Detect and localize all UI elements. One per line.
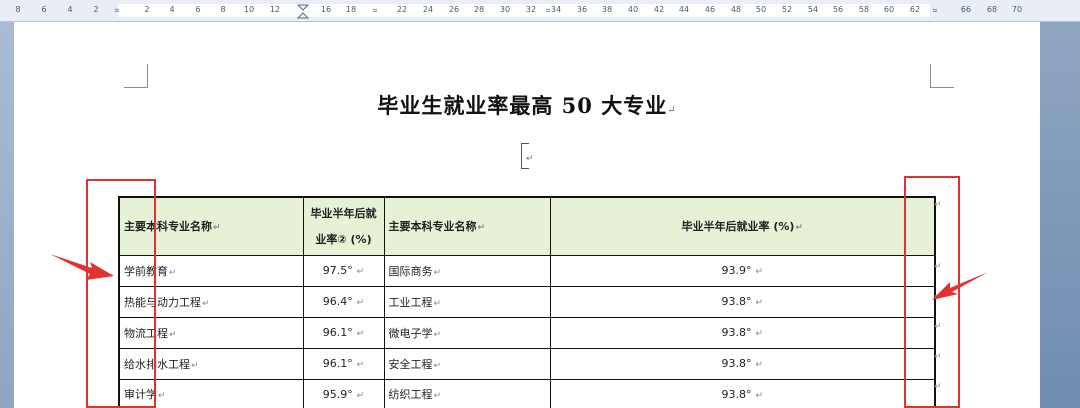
employment-rate-cell[interactable]: 93.8° ↵ [549,347,936,380]
major-name-cell[interactable]: 微电子学↵ [383,316,551,349]
ruler-number: 24 [422,5,434,14]
table-row: 学前教育↵ 97.5° ↵ 国际商务↵ 93.9° ↵ [118,254,936,287]
paragraph-mark: ↵ [667,105,677,116]
employment-rate-cell[interactable]: 93.8° ↵ [549,378,936,408]
ruler-number: 58 [858,5,870,14]
ruler-number: 8 [220,5,226,14]
header-cell[interactable]: 主要本科专业名称↵ [383,196,551,256]
ruler-number: 36 [576,5,588,14]
ruler-number: 62 [909,5,921,14]
ruler-number: 28 [473,5,485,14]
ruler-number: 50 [755,5,767,14]
employment-rate-cell[interactable]: 93.9° ↵ [549,254,936,287]
ruler-number: 6 [41,5,47,14]
ruler-number: 66 [960,5,972,14]
majors-table[interactable]: 主要本科专业名称↵ 毕业半年后就业率② (%) 主要本科专业名称↵ 毕业半年后就… [118,196,936,408]
major-name-cell[interactable]: 安全工程↵ [383,347,551,380]
ruler-number: 42 [653,5,665,14]
ruler-number: 12 [269,5,281,14]
document-title[interactable]: 毕业生就业率最高 50 大专业↵ [14,90,1040,120]
ruler-number: 32 [525,5,537,14]
employment-rate-cell[interactable]: 96.4° ↵ [302,285,385,318]
table-header-row: 主要本科专业名称↵ 毕业半年后就业率② (%) 主要本科专业名称↵ 毕业半年后就… [118,196,936,256]
ruler-number: 2 [93,5,99,14]
text-cursor-bracket: ↵ [521,143,534,169]
major-name-cell[interactable]: 纺织工程↵ [383,378,551,408]
ruler-number: 40 [627,5,639,14]
ruler-number: 68 [986,5,998,14]
employment-rate-cell[interactable]: 96.1° ↵ [302,347,385,380]
ruler-number: 70 [1011,5,1023,14]
employment-rate-cell[interactable]: 95.9° ↵ [302,378,385,408]
ruler-number: 54 [807,5,819,14]
employment-rate-cell[interactable]: 96.1° ↵ [302,316,385,349]
workspace-background [1040,22,1080,408]
ruler-number: 8 [15,5,21,14]
employment-rate-cell[interactable]: 93.8° ↵ [549,316,936,349]
table-row: 物流工程↵ 96.1° ↵ 微电子学↵ 93.8° ↵ [118,316,936,349]
table-column-marker[interactable]: ⌗ [114,6,121,16]
margin-corner-mark [930,64,954,88]
paragraph-mark: ↵ [526,154,534,164]
ruler-number: 56 [832,5,844,14]
employment-rate-cell[interactable]: 97.5° ↵ [302,254,385,287]
major-name-cell[interactable]: 国际商务↵ [383,254,551,287]
ruler-number: 2 [144,5,150,14]
ruler-number: 44 [678,5,690,14]
ruler-number: 4 [169,5,175,14]
header-cell[interactable]: 毕业半年后就业率② (%) [302,196,385,256]
workspace-background [0,22,14,408]
right-pointer-arrow-icon [932,272,988,300]
header-cell[interactable]: 毕业半年后就业率 (%)↵ [549,196,936,256]
ruler-number: 38 [601,5,613,14]
ruler-number: 16 [320,5,332,14]
ruler-number: 22 [396,5,408,14]
table-row: 热能与动力工程↵ 96.4° ↵ 工业工程↵ 93.8° ↵ [118,285,936,318]
horizontal-ruler[interactable]: 8 6 4 2 ⌗ 2 4 6 8 10 12 16 18 ⌗ 22 24 26… [0,0,1080,22]
ruler-number: 52 [781,5,793,14]
employment-rate-cell[interactable]: 93.8° ↵ [549,285,936,318]
ruler-number: 60 [883,5,895,14]
ruler-number: 26 [448,5,460,14]
table-column-marker[interactable]: ⌗ [372,6,379,16]
ruler-number: 18 [345,5,357,14]
left-pointer-arrow-icon [50,254,114,280]
ruler-number: 6 [195,5,201,14]
table-row: 审计学↵ 95.9° ↵ 纺织工程↵ 93.8° ↵ [118,378,936,408]
ruler-number: 10 [243,5,255,14]
ruler-number: 4 [67,5,73,14]
table-column-marker[interactable]: ⌗ [932,6,939,16]
ruler-number: 30 [499,5,511,14]
indent-marker-icon[interactable] [297,4,309,20]
major-name-cell[interactable]: 工业工程↵ [383,285,551,318]
document-title-text: 毕业生就业率最高 50 大专业 [377,93,668,118]
table-row: 给水排水工程↵ 96.1° ↵ 安全工程↵ 93.8° ↵ [118,347,936,380]
ruler-number: 48 [730,5,742,14]
ruler-number: 34 [550,5,562,14]
margin-corner-mark [124,64,148,88]
ruler-number: 46 [704,5,716,14]
left-highlight-box [86,179,156,408]
